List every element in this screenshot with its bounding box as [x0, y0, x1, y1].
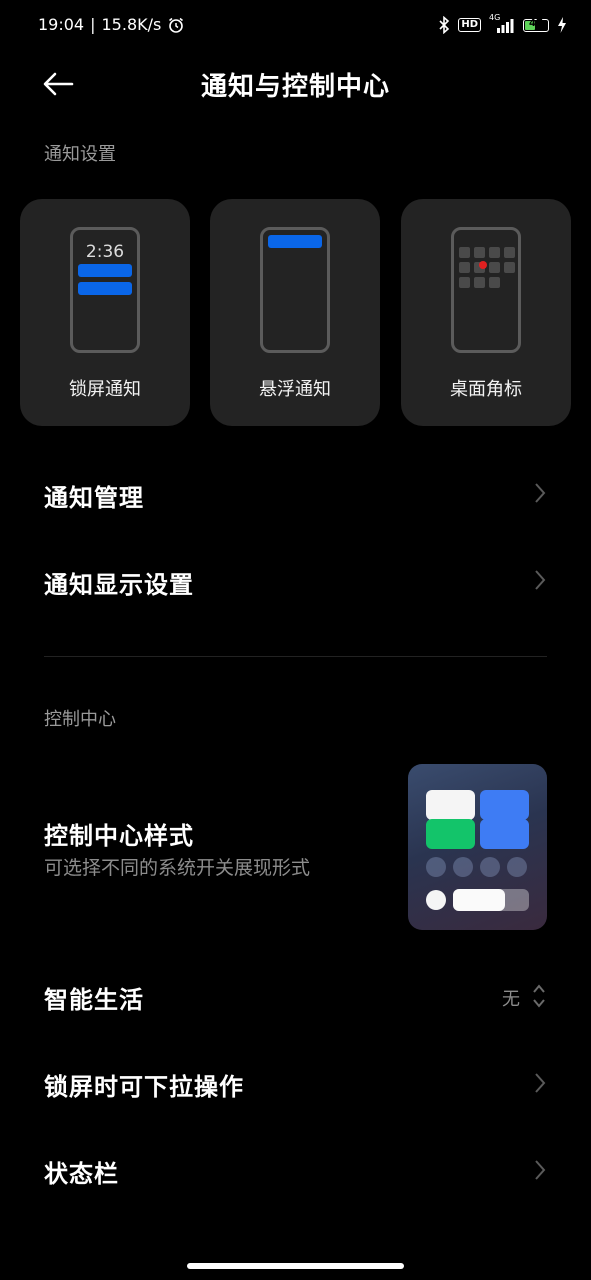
- preview-slider-fill: [453, 889, 505, 911]
- status-separator: |: [90, 15, 96, 34]
- lockscreen-pulldown-row[interactable]: 锁屏时可下拉操作: [0, 1043, 591, 1125]
- preview-tile: [426, 819, 475, 849]
- row-title: 锁屏时可下拉操作: [44, 1073, 244, 1101]
- chevron-right-icon: [535, 570, 546, 590]
- floating-notification-card[interactable]: 悬浮通知: [210, 199, 380, 426]
- chevron-right-icon: [535, 1073, 546, 1093]
- lockscreen-clock: 2:36: [85, 242, 125, 262]
- lockscreen-phone-illustration: 2:36: [70, 227, 140, 353]
- section-divider: [44, 656, 547, 657]
- app-icon-grid: [459, 247, 515, 288]
- preview-circle: [480, 857, 500, 877]
- card-label: 悬浮通知: [259, 379, 331, 400]
- app-badge-card[interactable]: 桌面角标: [401, 199, 571, 426]
- notification-section-label: 通知设置: [44, 144, 116, 165]
- chevron-right-icon: [535, 1160, 546, 1180]
- row-title: 通知显示设置: [44, 571, 194, 599]
- floating-phone-illustration: [260, 227, 330, 353]
- preview-tile: [480, 790, 529, 820]
- badge-phone-illustration: [451, 227, 521, 353]
- chevron-right-icon: [535, 483, 546, 503]
- preview-tile: [480, 819, 529, 849]
- alarm-icon: [169, 17, 184, 33]
- notification-management-row[interactable]: 通知管理: [0, 452, 591, 534]
- row-title: 控制中心样式: [44, 822, 194, 850]
- bluetooth-icon: [439, 16, 450, 34]
- status-time: 19:04: [38, 15, 85, 34]
- home-indicator[interactable]: [187, 1263, 404, 1269]
- preview-circle: [507, 857, 527, 877]
- battery-percent: 47: [529, 17, 543, 29]
- smart-life-row[interactable]: 智能生活 无: [0, 956, 591, 1038]
- control-center-section-label: 控制中心: [44, 709, 116, 730]
- badge-dot: [479, 261, 487, 269]
- preview-circle: [453, 857, 473, 877]
- status-bar-row[interactable]: 状态栏: [0, 1130, 591, 1212]
- status-bar-left: 19:04 | 15.8K/s: [38, 15, 185, 34]
- hd-voice-badge: HD: [458, 18, 481, 32]
- up-down-chevron-icon: [533, 984, 545, 1008]
- preview-tile: [426, 790, 475, 820]
- preview-circle: [426, 890, 446, 910]
- floating-notification-bar: [268, 235, 322, 248]
- charging-icon: [558, 17, 566, 33]
- signal-icon: [497, 19, 514, 33]
- lockscreen-notification-card[interactable]: 2:36 锁屏通知: [20, 199, 190, 426]
- notification-bar: [78, 264, 132, 277]
- battery-icon: 47: [523, 17, 549, 32]
- smart-life-value: 无: [502, 989, 520, 1010]
- row-title: 智能生活: [44, 986, 144, 1014]
- row-title: 通知管理: [44, 484, 144, 512]
- preview-circle: [426, 857, 446, 877]
- page-title: 通知与控制中心: [200, 72, 390, 102]
- status-bar-right: HD 4G 47: [438, 13, 567, 34]
- notification-display-row[interactable]: 通知显示设置: [0, 539, 591, 621]
- row-subtitle: 可选择不同的系统开关展现形式: [44, 857, 311, 879]
- row-title: 状态栏: [44, 1160, 119, 1188]
- notification-bar: [78, 282, 132, 295]
- card-label: 桌面角标: [450, 379, 522, 400]
- card-label: 锁屏通知: [69, 379, 141, 400]
- cellular-signal: 4G: [489, 13, 515, 34]
- status-network-speed: 15.8K/s: [101, 15, 162, 34]
- control-center-style-preview[interactable]: [408, 764, 547, 930]
